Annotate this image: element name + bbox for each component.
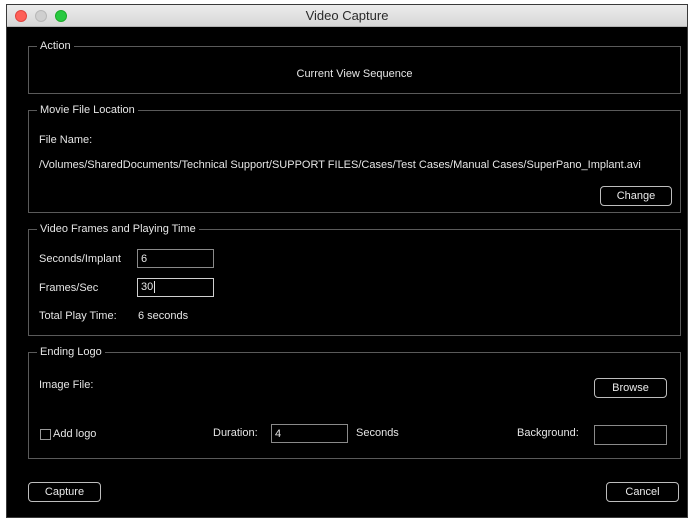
file-path-value: /Volumes/SharedDocuments/Technical Suppo… bbox=[39, 159, 641, 171]
seconds-per-implant-input[interactable] bbox=[137, 249, 214, 268]
action-group: Action Current View Sequence bbox=[28, 39, 681, 94]
duration-seconds-unit: Seconds bbox=[356, 427, 399, 439]
file-name-label: File Name: bbox=[39, 134, 93, 146]
background-input[interactable] bbox=[594, 425, 667, 445]
frames-per-sec-value: 30 bbox=[141, 281, 154, 293]
add-logo-checkbox[interactable] bbox=[40, 429, 51, 440]
action-value: Current View Sequence bbox=[296, 68, 413, 80]
capture-button[interactable]: Capture bbox=[28, 482, 101, 502]
duration-input[interactable] bbox=[271, 424, 348, 443]
change-button[interactable]: Change bbox=[600, 186, 672, 206]
total-play-time-value: 6 seconds bbox=[138, 310, 189, 322]
total-play-time-label: Total Play Time: bbox=[39, 310, 117, 322]
ending-logo-group: Ending Logo Image File: Browse Add logo … bbox=[28, 345, 681, 459]
text-caret bbox=[154, 281, 156, 294]
background-label: Background: bbox=[517, 427, 579, 439]
action-legend: Action bbox=[37, 39, 74, 53]
movie-file-legend: Movie File Location bbox=[37, 103, 138, 117]
add-logo-label: Add logo bbox=[53, 428, 97, 440]
browse-button[interactable]: Browse bbox=[594, 378, 667, 398]
frames-per-sec-input[interactable]: 30 bbox=[137, 278, 214, 297]
duration-label: Duration: bbox=[213, 427, 258, 439]
frames-per-sec-label: Frames/Sec bbox=[39, 282, 99, 294]
image-file-label: Image File: bbox=[39, 379, 94, 391]
cancel-button[interactable]: Cancel bbox=[606, 482, 679, 502]
ending-logo-legend: Ending Logo bbox=[37, 345, 105, 359]
video-frames-group: Video Frames and Playing Time Seconds/Im… bbox=[28, 222, 681, 336]
video-capture-window: Video Capture Action Current View Sequen… bbox=[6, 4, 688, 518]
window-title: Video Capture bbox=[305, 8, 389, 23]
title-bar[interactable]: Video Capture bbox=[7, 5, 687, 27]
video-frames-legend: Video Frames and Playing Time bbox=[37, 222, 199, 236]
seconds-per-implant-label: Seconds/Implant bbox=[39, 253, 121, 265]
movie-file-group: Movie File Location File Name: /Volumes/… bbox=[28, 103, 681, 213]
